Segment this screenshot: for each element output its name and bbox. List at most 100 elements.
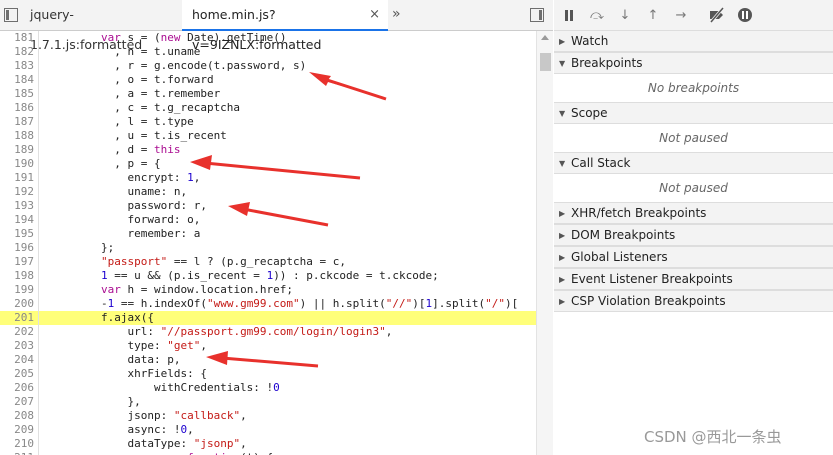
line-number[interactable]: 187 (0, 115, 34, 129)
line-number[interactable]: 211 (0, 451, 34, 455)
code-line[interactable]: 193 password: r, (0, 199, 536, 213)
code-line[interactable]: 185 , a = t.remember (0, 87, 536, 101)
code-line[interactable]: 182 , n = t.uname (0, 45, 536, 59)
line-number[interactable]: 198 (0, 269, 34, 283)
code-line[interactable]: 211 success: function(t) { (0, 451, 536, 455)
code-line[interactable]: 205 xhrFields: { (0, 367, 536, 381)
step-over-icon[interactable]: ⤼ (588, 7, 606, 24)
line-number[interactable]: 181 (0, 31, 34, 45)
line-number[interactable]: 203 (0, 339, 34, 353)
line-number[interactable]: 199 (0, 283, 34, 297)
source-editor-pane: jquery-1.7.1.js:formatted home.min.js?v=… (0, 0, 553, 455)
deactivate-breakpoints-icon[interactable] (708, 7, 726, 24)
gutter-divider (38, 241, 39, 255)
code-line[interactable]: 186 , c = t.g_recaptcha (0, 101, 536, 115)
code-line[interactable]: 183 , r = g.encode(t.password, s) (0, 59, 536, 73)
line-number[interactable]: 182 (0, 45, 34, 59)
code-line[interactable]: 197 "passport" == l ? (p.g_recaptcha = c… (0, 255, 536, 269)
line-number[interactable]: 196 (0, 241, 34, 255)
code-view[interactable]: 181 var s = (new Date).getTime() 182 , n … (0, 31, 536, 455)
code-line[interactable]: 196 }; (0, 241, 536, 255)
line-number[interactable]: 192 (0, 185, 34, 199)
pause-on-exceptions-icon[interactable] (736, 7, 754, 24)
line-number[interactable]: 210 (0, 437, 34, 451)
code-line[interactable]: 206 withCredentials: !0 (0, 381, 536, 395)
line-number[interactable]: 190 (0, 157, 34, 171)
line-number[interactable]: 185 (0, 87, 34, 101)
code-line[interactable]: 199 var h = window.location.href; (0, 283, 536, 297)
step-into-icon[interactable]: ↓ (616, 7, 634, 24)
line-number[interactable]: 183 (0, 59, 34, 73)
line-number[interactable]: 184 (0, 73, 34, 87)
line-number[interactable]: 207 (0, 395, 34, 409)
code-text: , r = g.encode(t.password, s) (48, 59, 307, 72)
line-number[interactable]: 209 (0, 423, 34, 437)
event-listener-breakpoints-section-header[interactable]: ▶ Event Listener Breakpoints (554, 268, 833, 290)
line-number[interactable]: 191 (0, 171, 34, 185)
csp-violation-breakpoints-section-header[interactable]: ▶ CSP Violation Breakpoints (554, 290, 833, 312)
scope-section-header[interactable]: ▼ Scope (554, 102, 833, 124)
code-line[interactable]: 209 async: !0, (0, 423, 536, 437)
scrollbar-thumb[interactable] (540, 53, 551, 71)
code-line[interactable]: 190 , p = { (0, 157, 536, 171)
code-line[interactable]: 181 var s = (new Date).getTime() (0, 31, 536, 45)
line-number[interactable]: 188 (0, 129, 34, 143)
line-number[interactable]: 208 (0, 409, 34, 423)
code-text: "passport" == l ? (p.g_recaptcha = c, (100, 255, 347, 268)
gutter-divider (38, 59, 39, 73)
line-number[interactable]: 201 (0, 311, 34, 325)
code-line[interactable]: 210 dataType: "jsonp", (0, 437, 536, 451)
vertical-scrollbar[interactable] (536, 31, 553, 455)
watch-section-header[interactable]: ▶ Watch (554, 30, 833, 52)
line-number[interactable]: 200 (0, 297, 34, 311)
line-number[interactable]: 189 (0, 143, 34, 157)
code-line[interactable]: 202 url: "//passport.gm99.com/login/logi… (0, 325, 536, 339)
code-line[interactable]: 194 forward: o, (0, 213, 536, 227)
dom-breakpoints-section-header[interactable]: ▶ DOM Breakpoints (554, 224, 833, 246)
code-text: var s = (new Date).getTime() (100, 31, 287, 44)
step-icon[interactable]: → (672, 7, 690, 24)
code-line[interactable]: 200 -1 == h.indexOf("www.gm99.com") || h… (0, 297, 536, 311)
gutter-divider (38, 437, 39, 451)
code-line[interactable]: 207 }, (0, 395, 536, 409)
code-line[interactable]: 191 encrypt: 1, (0, 171, 536, 185)
pause-icon[interactable] (560, 7, 578, 24)
line-number[interactable]: 193 (0, 199, 34, 213)
toggle-navigator-icon[interactable] (4, 8, 18, 22)
tab-jquery-source[interactable]: jquery-1.7.1.js:formatted (22, 0, 182, 52)
xhr-breakpoints-section-header[interactable]: ▶ XHR/fetch Breakpoints (554, 202, 833, 224)
code-text: remember: a (48, 227, 201, 240)
code-line[interactable]: 188 , u = t.is_recent (0, 129, 536, 143)
code-line[interactable]: 184 , o = t.forward (0, 73, 536, 87)
code-line[interactable]: 204 data: p, (0, 353, 536, 367)
close-icon[interactable]: × (369, 0, 380, 30)
gutter-divider (38, 311, 39, 325)
section-title: Global Listeners (571, 250, 668, 264)
tab-home-min-source[interactable]: home.min.js?v=9IZNLX:formatted × (182, 0, 388, 52)
line-number[interactable]: 186 (0, 101, 34, 115)
line-number[interactable]: 206 (0, 381, 34, 395)
more-tabs-icon[interactable]: » (392, 0, 401, 30)
code-line[interactable]: 192 uname: n, (0, 185, 536, 199)
code-line[interactable]: 189 , d = this (0, 143, 536, 157)
code-line-highlighted[interactable]: 201 f.ajax({ (0, 311, 536, 325)
call-stack-section-header[interactable]: ▼ Call Stack (554, 152, 833, 174)
code-line[interactable]: 195 remember: a (0, 227, 536, 241)
line-number[interactable]: 204 (0, 353, 34, 367)
line-number[interactable]: 202 (0, 325, 34, 339)
code-line[interactable]: 203 type: "get", (0, 339, 536, 353)
line-number[interactable]: 194 (0, 213, 34, 227)
code-text: success: function(t) { (48, 451, 273, 455)
toggle-debugger-icon[interactable] (530, 8, 544, 22)
code-line[interactable]: 208 jsonp: "callback", (0, 409, 536, 423)
line-number[interactable]: 195 (0, 227, 34, 241)
global-listeners-section-header[interactable]: ▶ Global Listeners (554, 246, 833, 268)
code-line[interactable]: 187 , l = t.type (0, 115, 536, 129)
scroll-up-icon[interactable] (541, 35, 549, 40)
step-out-icon[interactable]: ↑ (644, 7, 662, 24)
line-number[interactable]: 205 (0, 367, 34, 381)
breakpoints-section-header[interactable]: ▼ Breakpoints (554, 52, 833, 74)
code-line[interactable]: 198 1 == u && (p.is_recent = 1)) : p.ckc… (0, 269, 536, 283)
code-text: var h = window.location.href; (100, 283, 294, 296)
line-number[interactable]: 197 (0, 255, 34, 269)
